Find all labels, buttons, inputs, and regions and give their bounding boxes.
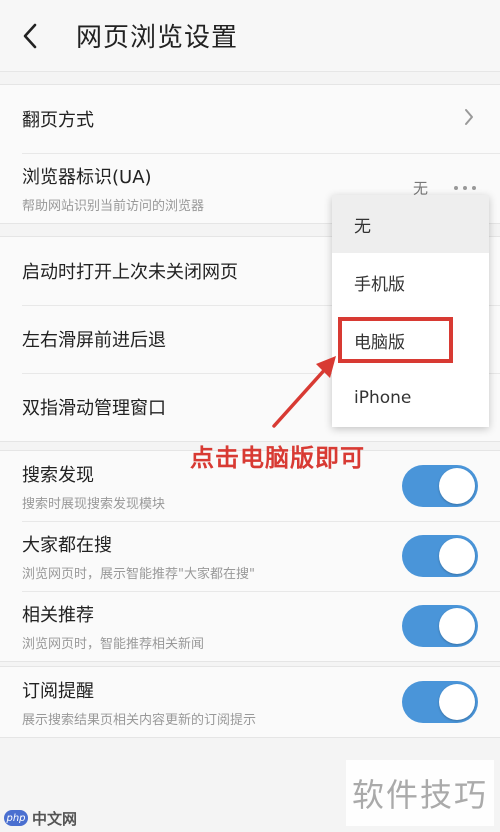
related-toggle[interactable] — [402, 605, 478, 647]
watermark-left: php 中文网 — [0, 804, 77, 832]
top-bar: 网页浏览设置 — [0, 0, 500, 72]
page-turn-label: 翻页方式 — [22, 110, 94, 131]
search-discover-label: 搜索发现 — [22, 464, 94, 486]
watermark-site-text: 中文网 — [32, 809, 78, 828]
page-turn-row[interactable]: 翻页方式 — [0, 85, 500, 153]
related-row: 相关推荐 浏览网页时，智能推荐相关新闻 — [0, 591, 500, 661]
related-label: 相关推荐 — [22, 604, 94, 626]
ua-option-mobile[interactable]: 手机版 — [332, 253, 489, 311]
watermark-right: 软件技巧 — [346, 760, 494, 826]
everyone-searching-description: 浏览网页时，展示智能推荐"大家都在搜" — [22, 566, 255, 582]
everyone-searching-toggle[interactable] — [402, 535, 478, 577]
restore-tabs-label: 启动时打开上次未关闭网页 — [22, 262, 238, 283]
settings-group-3: 搜索发现 搜索时展现搜索发现模块 大家都在搜 浏览网页时，展示智能推荐"大家都在… — [0, 450, 500, 662]
search-discover-description: 搜索时展现搜索发现模块 — [22, 496, 166, 512]
two-finger-label: 双指滑动管理窗口 — [22, 398, 166, 419]
ua-dropdown-menu: 无 手机版 电脑版 iPhone — [332, 195, 489, 427]
ua-description: 帮助网站识别当前访问的浏览器 — [22, 198, 205, 214]
annotation-arrow-icon — [272, 356, 336, 428]
subscribe-toggle[interactable] — [402, 681, 478, 723]
php-logo-icon: php — [4, 810, 28, 826]
subscribe-row: 订阅提醒 展示搜索结果页相关内容更新的订阅提示 — [0, 667, 500, 737]
ua-option-none[interactable]: 无 — [332, 195, 489, 253]
subscribe-label: 订阅提醒 — [22, 680, 94, 702]
subscribe-description: 展示搜索结果页相关内容更新的订阅提示 — [22, 712, 257, 728]
back-button[interactable] — [0, 0, 60, 72]
chevron-right-icon — [464, 108, 474, 130]
back-arrow-icon — [23, 23, 37, 48]
everyone-searching-row: 大家都在搜 浏览网页时，展示智能推荐"大家都在搜" — [0, 521, 500, 591]
everyone-searching-label: 大家都在搜 — [22, 534, 112, 556]
swipe-navigation-label: 左右滑屏前进后退 — [22, 330, 166, 351]
ua-label: 浏览器标识(UA) — [22, 166, 152, 188]
more-icon[interactable] — [454, 186, 476, 190]
related-description: 浏览网页时，智能推荐相关新闻 — [22, 636, 205, 652]
ua-option-iphone[interactable]: iPhone — [332, 369, 489, 427]
annotation-text: 点击电脑版即可 — [190, 444, 365, 472]
desktop-highlight-box — [338, 317, 453, 363]
settings-group-4: 订阅提醒 展示搜索结果页相关内容更新的订阅提示 — [0, 666, 500, 738]
search-discover-toggle[interactable] — [402, 465, 478, 507]
page-title: 网页浏览设置 — [76, 23, 239, 53]
